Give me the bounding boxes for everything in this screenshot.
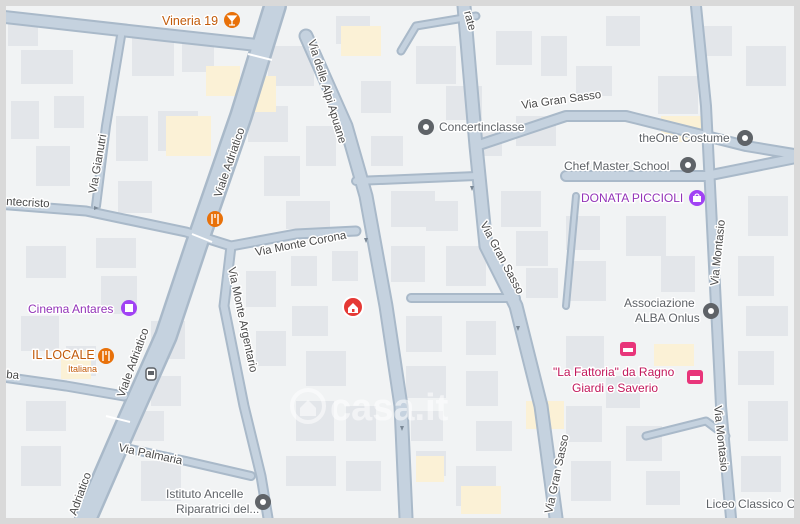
place-pin-icon	[418, 119, 434, 135]
hotel-icon	[687, 370, 703, 384]
hotel-icon	[620, 342, 636, 356]
street-label-via-montecristo: ntecristo	[6, 196, 50, 210]
transit-icon	[145, 367, 157, 381]
poi-chef-label: Chef Master School	[564, 159, 669, 173]
restaurant-icon	[98, 348, 114, 364]
poi-restaurant[interactable]	[207, 211, 223, 227]
poi-il-locale-label: IL LOCALE	[32, 348, 95, 362]
place-pin-icon	[703, 303, 719, 319]
poi-liceo-label: Liceo Classico Ci	[706, 497, 794, 511]
shopping-bag-icon	[689, 190, 705, 206]
place-pin-icon	[737, 130, 753, 146]
poi-donata-label: DONATA PICCIOLI	[581, 191, 683, 205]
poi-vineria[interactable]: Vineria 19	[161, 12, 240, 30]
map-canvas[interactable]: Viale Adriatico Viale Adriatico Adriatic…	[6, 6, 794, 518]
poi-associazione-label-2: ALBA Onlus	[635, 311, 700, 325]
transit-stop[interactable]	[145, 367, 157, 381]
poi-theone-label: theOne Costume	[639, 131, 730, 145]
poi-fattoria-label-1: "La Fattoria" da Ragno	[553, 365, 675, 379]
property-marker[interactable]	[342, 296, 364, 318]
place-pin-icon	[680, 157, 696, 173]
restaurant-icon	[207, 211, 223, 227]
watermark-text: casa.it	[330, 387, 449, 429]
wine-bar-icon	[224, 12, 240, 28]
street-label-left-fragment: ba	[6, 369, 20, 382]
map-svg: Viale Adriatico Viale Adriatico Adriatic…	[6, 6, 794, 518]
poi-istituto-label-2: Riparatrici del...	[176, 502, 259, 516]
poi-fattoria-label-2: Giardi e Saverio	[572, 381, 658, 395]
poi-vineria-label: Vineria 19	[162, 14, 218, 28]
poi-associazione-label-1: Associazione	[624, 296, 695, 310]
theater-icon	[121, 300, 137, 316]
place-pin-icon	[255, 494, 271, 510]
map-viewport[interactable]: Viale Adriatico Viale Adriatico Adriatic…	[0, 0, 800, 524]
poi-istituto-label-1: Istituto Ancelle	[166, 487, 244, 501]
poi-concertinclasse-label: Concertinclasse	[439, 120, 525, 134]
poi-liceo[interactable]: Liceo Classico Ci	[705, 496, 795, 513]
property-marker-icon	[342, 296, 364, 318]
poi-il-locale-sublabel: Italiana	[68, 364, 97, 374]
poi-cinema-label: Cinema Antares	[28, 302, 113, 316]
